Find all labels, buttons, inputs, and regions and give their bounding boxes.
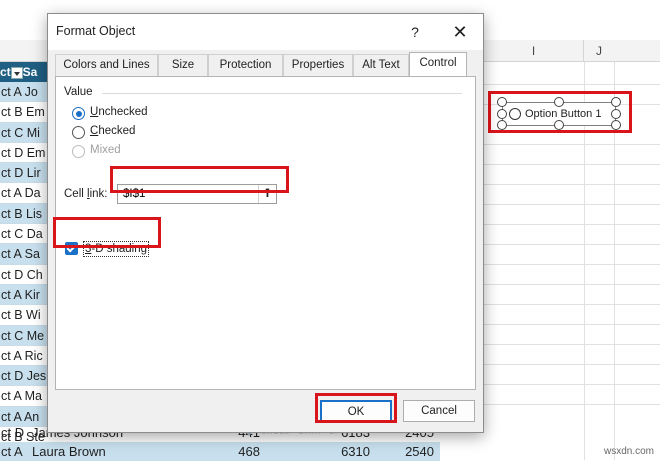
table-row[interactable]: ct D Jes bbox=[0, 366, 48, 387]
tab-control[interactable]: Control bbox=[409, 52, 467, 77]
table-row[interactable]: ct A Jo bbox=[0, 82, 48, 103]
resize-handle[interactable] bbox=[497, 109, 507, 119]
table-row[interactable]: ct C Me bbox=[0, 325, 48, 346]
grid-line bbox=[484, 204, 660, 205]
table-row[interactable]: ct B Lis bbox=[0, 203, 48, 225]
tab-size[interactable]: Size bbox=[158, 54, 208, 76]
grid-line bbox=[484, 184, 660, 185]
table-header-cell[interactable]: ct bbox=[0, 62, 11, 82]
grid-line bbox=[484, 264, 660, 265]
table-row[interactable]: ct A Da bbox=[0, 183, 48, 204]
table-row[interactable]: ct D Ch bbox=[0, 264, 48, 285]
highlight-box-3d-shading bbox=[53, 217, 161, 248]
filter-dropdown-icon[interactable] bbox=[10, 66, 23, 79]
column-header-j[interactable]: J bbox=[584, 40, 614, 62]
grid-line bbox=[484, 244, 660, 245]
highlight-box-cell-link bbox=[110, 166, 289, 193]
table-row[interactable]: ct A Ric bbox=[0, 345, 48, 367]
table-row[interactable]: ct C Da bbox=[0, 224, 48, 245]
grid-line bbox=[484, 304, 660, 305]
grid-line bbox=[484, 364, 660, 365]
table-row[interactable]: ct A Ma bbox=[0, 386, 48, 407]
tab-colors-and-lines[interactable]: Colors and Lines bbox=[55, 54, 158, 76]
grid-line bbox=[484, 144, 660, 145]
table-row[interactable]: ct B Wi bbox=[0, 305, 48, 326]
grid-line bbox=[484, 284, 660, 285]
value-group-label: Value bbox=[64, 86, 93, 98]
radio-circle-icon bbox=[509, 108, 521, 120]
grid-line bbox=[484, 84, 660, 85]
close-icon[interactable]: ✕ bbox=[447, 21, 473, 43]
radio-unchecked-label: Unchecked bbox=[90, 106, 148, 118]
table-row[interactable]: ct B Em bbox=[0, 102, 48, 123]
resize-handle[interactable] bbox=[611, 109, 621, 119]
radio-unselected-icon bbox=[72, 126, 85, 139]
resize-handle[interactable] bbox=[497, 97, 507, 107]
grid-line bbox=[484, 404, 660, 405]
grid-line bbox=[484, 164, 660, 165]
table-row[interactable]: ct A Sa bbox=[0, 244, 48, 265]
tab-alt-text[interactable]: Alt Text bbox=[353, 54, 409, 76]
table-row[interactable]: ct A Laura Brown 468 6310 2540 bbox=[0, 442, 440, 461]
grid-line bbox=[484, 344, 660, 345]
dialog-title-bar[interactable]: Format Object ? ✕ bbox=[48, 14, 483, 50]
radio-checked-label: Checked bbox=[90, 125, 136, 137]
help-icon[interactable]: ? bbox=[403, 21, 427, 43]
table-row[interactable]: ct C Mi bbox=[0, 122, 48, 143]
table-row[interactable]: ct A Kir bbox=[0, 284, 48, 306]
table-header-row: ct Sa bbox=[0, 62, 48, 82]
left-table: ct A Jo ct B Em ct C Mi ct D Em ct D Lir… bbox=[0, 82, 48, 448]
resize-handle[interactable] bbox=[611, 120, 621, 130]
radio-disabled-icon bbox=[72, 145, 85, 158]
highlight-box-ok-button bbox=[315, 393, 397, 423]
grid-line bbox=[484, 324, 660, 325]
grid-line bbox=[484, 224, 660, 225]
tab-properties[interactable]: Properties bbox=[283, 54, 353, 76]
table-row[interactable]: ct D Lir bbox=[0, 163, 48, 184]
radio-selected-icon bbox=[72, 107, 85, 120]
resize-handle[interactable] bbox=[611, 97, 621, 107]
table-row[interactable]: ct D Em bbox=[0, 142, 48, 164]
column-header-i[interactable]: I bbox=[484, 40, 584, 62]
resize-handle[interactable] bbox=[554, 97, 564, 107]
dialog-title: Format Object bbox=[56, 24, 136, 38]
tab-protection[interactable]: Protection bbox=[208, 54, 283, 76]
option-button-label: Option Button 1 bbox=[525, 108, 602, 120]
grid-line bbox=[484, 384, 660, 385]
cancel-button[interactable]: Cancel bbox=[403, 400, 475, 422]
group-divider bbox=[102, 93, 462, 94]
cell-link-label: Cell link: bbox=[64, 188, 108, 200]
resize-handle[interactable] bbox=[497, 120, 507, 130]
table-header-cell[interactable]: Sa bbox=[23, 62, 38, 82]
site-url: wsxdn.com bbox=[603, 446, 654, 457]
resize-handle[interactable] bbox=[554, 120, 564, 130]
radio-mixed-label: Mixed bbox=[90, 144, 121, 156]
